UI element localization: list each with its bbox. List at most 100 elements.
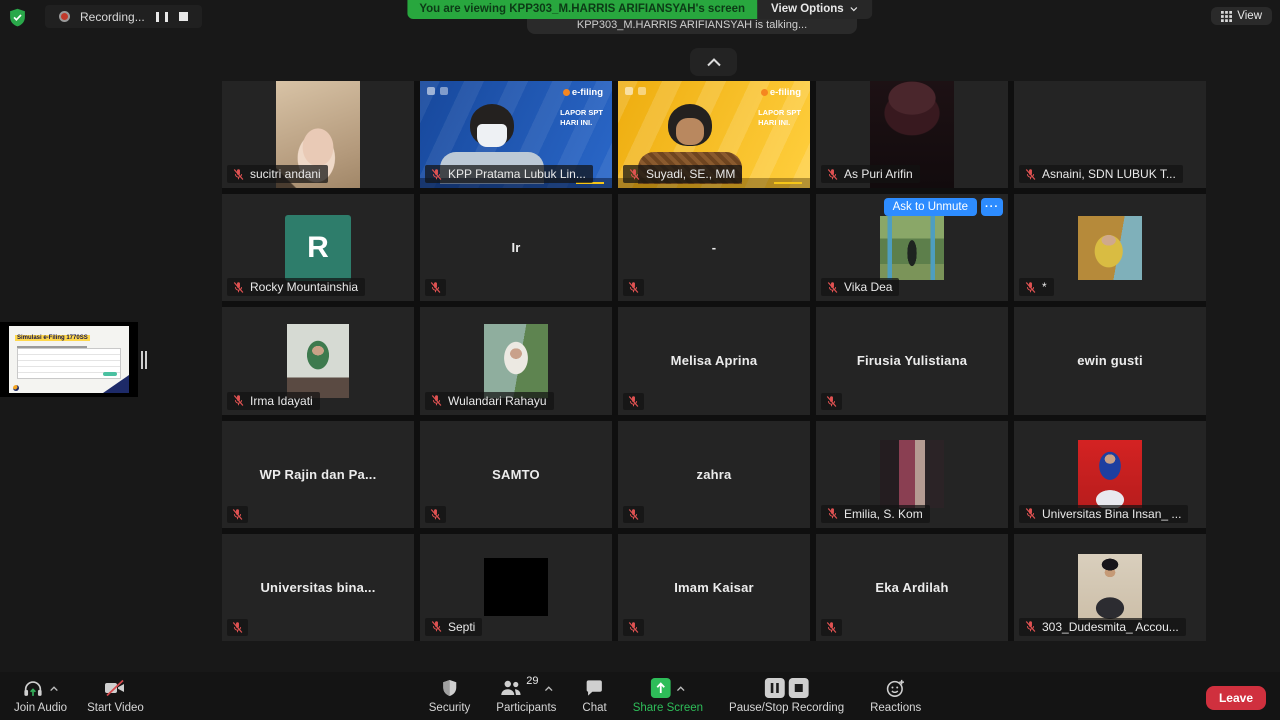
person-face bbox=[676, 118, 704, 145]
djp-logo-icon bbox=[625, 87, 633, 95]
participant-tile[interactable]: As Puri Arifin bbox=[816, 81, 1008, 188]
participant-avatar bbox=[287, 324, 349, 398]
toolbar-join-audio-button[interactable]: Join Audio bbox=[12, 675, 69, 718]
participant-avatar bbox=[484, 324, 548, 398]
djp-logo-icon bbox=[13, 385, 19, 391]
participant-name-chip: * bbox=[1019, 278, 1054, 296]
participant-avatar: R bbox=[285, 215, 351, 281]
more-options-button[interactable]: ··· bbox=[981, 198, 1003, 216]
participant-tile[interactable]: e-filing LAPOR SPTHARI INI. KPP Pratama … bbox=[420, 81, 612, 188]
participant-tile[interactable]: sucitri andani bbox=[222, 81, 414, 188]
participant-tile[interactable]: RRocky Mountainshia bbox=[222, 194, 414, 301]
participant-name-chip: Septi bbox=[425, 618, 482, 636]
ask-to-unmute-button[interactable]: Ask to Unmute bbox=[884, 198, 977, 216]
toolbar-pause-stop-recording-button[interactable]: Pause/Stop Recording bbox=[727, 675, 846, 718]
toolbar-reactions-button[interactable]: Reactions bbox=[868, 675, 923, 718]
participant-tile[interactable]: zahra bbox=[618, 421, 810, 528]
toolbar-center-group: Security 29 Participants Chat Share Scre… bbox=[427, 675, 923, 718]
viewing-screen-text: You are viewing KPP303_M.HARRIS ARIFIANS… bbox=[407, 0, 757, 19]
participant-tile[interactable]: Ir bbox=[420, 194, 612, 301]
participant-tile[interactable]: Imam Kaisar bbox=[618, 534, 810, 641]
participant-tile[interactable]: 303_Dudesmita_ Accou... bbox=[1014, 534, 1206, 641]
participant-name: ewin gusti bbox=[1014, 307, 1206, 414]
participant-tile[interactable]: Irma Idayati bbox=[222, 307, 414, 414]
shared-screen-thumbnail[interactable]: Simulasi e-Filing 1770SS bbox=[0, 322, 138, 397]
meeting-toolbar: Join Audio Start Video Security 29 Parti… bbox=[0, 672, 1280, 720]
participant-tile[interactable]: Universitas Bina Insan_ ... bbox=[1014, 421, 1206, 528]
recording-pause-button[interactable] bbox=[155, 12, 169, 22]
participant-tile[interactable]: Universitas bina... bbox=[222, 534, 414, 641]
participants-icon bbox=[499, 679, 523, 697]
toolbar-chat-button[interactable]: Chat bbox=[580, 675, 608, 718]
efiling-dot-icon bbox=[563, 89, 570, 96]
participant-name: Wulandari Rahayu bbox=[448, 394, 547, 408]
participant-name-chip: Universitas Bina Insan_ ... bbox=[1019, 505, 1188, 523]
toolbar-participants-button[interactable]: 29 Participants bbox=[494, 675, 558, 718]
participant-name-chip: Wulandari Rahayu bbox=[425, 392, 554, 410]
participant-name-chip: KPP Pratama Lubuk Lin... bbox=[425, 165, 593, 183]
participant-name: Rocky Mountainshia bbox=[250, 280, 358, 294]
recording-indicator: Recording... bbox=[45, 5, 202, 28]
view-options-button[interactable]: View Options bbox=[757, 0, 873, 19]
participant-name: Asnaini, SDN LUBUK T... bbox=[1042, 167, 1176, 181]
muted-mic-icon bbox=[627, 621, 640, 634]
muted-mic-icon bbox=[627, 281, 640, 294]
toolbar-start-video-button[interactable]: Start Video bbox=[85, 675, 146, 718]
muted-mic-icon bbox=[1024, 168, 1037, 181]
toolbar-share-screen-label: Share Screen bbox=[633, 702, 703, 714]
toolbar-participants-label: Participants bbox=[496, 702, 556, 714]
participant-name-chip: sucitri andani bbox=[227, 165, 328, 183]
participant-tile[interactable]: - bbox=[618, 194, 810, 301]
chat-bubble-icon bbox=[585, 679, 604, 697]
participant-tile[interactable]: Firusia Yulistiana bbox=[816, 307, 1008, 414]
recording-stop-button[interactable] bbox=[179, 12, 188, 21]
thumbnail-resize-handle[interactable] bbox=[141, 351, 148, 369]
participant-tile[interactable]: Vika Dea Ask to Unmute ··· bbox=[816, 194, 1008, 301]
muted-mic-icon bbox=[825, 621, 838, 634]
toolbar-start-video-label: Start Video bbox=[87, 702, 144, 714]
participant-avatar bbox=[1078, 440, 1142, 508]
muted-mic-icon bbox=[430, 168, 443, 181]
participant-tile[interactable]: ewin gusti bbox=[1014, 307, 1206, 414]
muted-mic-icon bbox=[232, 168, 245, 181]
participant-avatar bbox=[484, 558, 548, 616]
participant-name: - bbox=[618, 194, 810, 301]
participant-name-chip: Asnaini, SDN LUBUK T... bbox=[1019, 165, 1183, 183]
participant-tile[interactable]: SAMTO bbox=[420, 421, 612, 528]
mute-status-chip bbox=[425, 279, 446, 296]
participant-tile[interactable]: Wulandari Rahayu bbox=[420, 307, 612, 414]
lapor-spt-text: LAPOR SPTHARI INI. bbox=[758, 108, 801, 128]
mute-status-chip bbox=[821, 393, 842, 410]
security-shield-icon bbox=[442, 679, 458, 697]
leave-button[interactable]: Leave bbox=[1206, 686, 1266, 710]
participant-name: Septi bbox=[448, 620, 475, 634]
participant-tile[interactable]: Asnaini, SDN LUBUK T... bbox=[1014, 81, 1206, 188]
view-layout-button[interactable]: View bbox=[1211, 7, 1272, 25]
meeting-security-shield-icon[interactable] bbox=[8, 8, 27, 27]
participant-tile[interactable]: Melisa Aprina bbox=[618, 307, 810, 414]
chevron-up-icon bbox=[49, 685, 59, 692]
participant-tile[interactable]: WP Rajin dan Pa... bbox=[222, 421, 414, 528]
pause-stop-icons bbox=[765, 678, 809, 698]
toolbar-share-screen-button[interactable]: Share Screen bbox=[631, 675, 705, 718]
mute-status-chip bbox=[623, 279, 644, 296]
collapse-banner-button[interactable] bbox=[690, 48, 737, 76]
screen-share-banner: You are viewing KPP303_M.HARRIS ARIFIANS… bbox=[407, 0, 872, 19]
muted-mic-icon bbox=[1024, 281, 1037, 294]
participant-name: * bbox=[1042, 280, 1047, 294]
mute-status-chip bbox=[227, 619, 248, 636]
chevron-up-icon bbox=[675, 685, 685, 692]
participant-name: zahra bbox=[618, 421, 810, 528]
reactions-smiley-icon bbox=[886, 678, 906, 698]
participant-tile[interactable]: e-filing LAPOR SPTHARI INI. Suyadi, SE.,… bbox=[618, 81, 810, 188]
chevron-down-icon bbox=[850, 6, 859, 12]
participant-tile[interactable]: Septi bbox=[420, 534, 612, 641]
participant-name: Eka Ardilah bbox=[816, 534, 1008, 641]
muted-mic-icon bbox=[1024, 620, 1037, 633]
toolbar-security-button[interactable]: Security bbox=[427, 675, 473, 718]
muted-mic-icon bbox=[231, 508, 244, 521]
participant-tile[interactable]: Eka Ardilah bbox=[816, 534, 1008, 641]
unmute-prompt: Ask to Unmute ··· bbox=[884, 198, 1003, 216]
participant-tile[interactable]: * bbox=[1014, 194, 1206, 301]
participant-tile[interactable]: Emilia, S. Kom bbox=[816, 421, 1008, 528]
